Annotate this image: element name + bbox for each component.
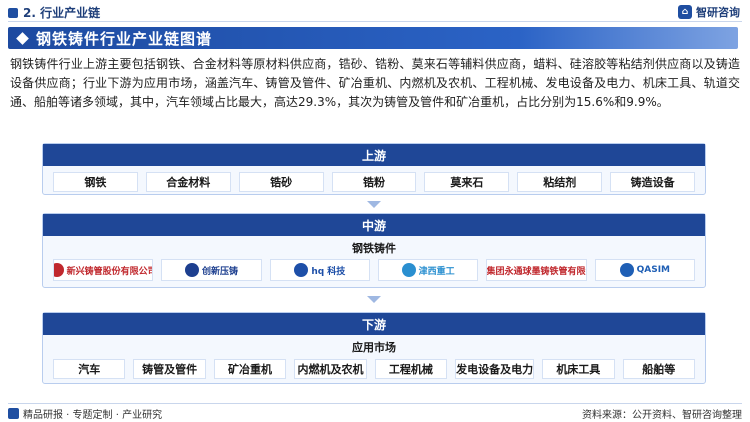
company-logo: 安钢集团永通球墨铸铁管有限责任公司 — [486, 259, 587, 281]
downstream-item: 汽车 — [53, 359, 126, 379]
zhiyan-logo-icon: ⌂ — [678, 5, 692, 19]
downstream-subtitle: 应用市场 — [352, 341, 396, 354]
section-title: 2. 行业产业链 — [8, 4, 100, 21]
downstream-block: 下游 应用市场 汽车 铸管及管件 矿冶重机 内燃机及农机 工程机械 发电设备及电力 机床工具… — [42, 312, 706, 384]
company-logo: 津西重工 — [377, 259, 479, 281]
arrow-down-icon — [367, 201, 381, 208]
company-name: 安钢集团永通球墨铸铁管有限责任公司 — [486, 266, 586, 277]
brand: ⌂ 智研咨询 — [678, 4, 740, 20]
description-paragraph: 钢铁铸件行业上游主要包括钢铁、合金材料等原材料供应商，锆砂、锆粉、莫来石等辅料供… — [10, 57, 740, 109]
downstream-item: 工程机械 — [374, 359, 448, 379]
upstream-item: 粘结剂 — [517, 172, 603, 192]
downstream-item: 铸管及管件 — [133, 359, 206, 379]
midstream-block: 中游 钢铁铸件 新兴铸管股份有限公司 创新压铸 hq 科技 津西重工 安钢集团永通球墨铸… — [42, 213, 706, 288]
company-name: QASIM — [636, 265, 670, 275]
upstream-item: 莫来石 — [424, 172, 510, 192]
company-logo: QASIM — [594, 259, 695, 281]
downstream-item: 发电设备及电力 — [455, 359, 535, 379]
company-name: 创新压铸 — [201, 266, 238, 277]
company-logo-icon — [401, 263, 416, 277]
downstream-item: 矿冶重机 — [213, 359, 287, 379]
downstream-items: 汽车 铸管及管件 矿冶重机 内燃机及农机 工程机械 发电设备及电力 机床工具 船舶等 — [43, 359, 705, 379]
company-name: 津西重工 — [418, 266, 455, 277]
footer-left: 精品研报 · 专题定制 · 产业研究 — [8, 406, 162, 421]
company-logo: 新兴铸管股份有限公司 — [53, 259, 154, 281]
footer-divider — [8, 403, 742, 404]
downstream-item: 机床工具 — [542, 359, 615, 379]
top-divider — [8, 21, 742, 22]
page-title: 钢铁铸件行业产业链图谱 — [36, 29, 213, 48]
company-logo-icon — [294, 263, 309, 277]
upstream-title: 上游 — [43, 144, 705, 166]
company-name: hq 科技 — [311, 266, 346, 277]
upstream-item: 锆粉 — [331, 172, 417, 192]
upstream-item: 合金材料 — [145, 172, 231, 192]
footer-tagline: 精品研报 · 专题定制 · 产业研究 — [23, 410, 163, 421]
company-logo-icon — [184, 263, 199, 277]
brand-name: 智研咨询 — [696, 6, 740, 19]
company-logo-icon — [619, 263, 634, 277]
arrow-down-icon — [367, 296, 381, 303]
diamond-icon — [16, 31, 29, 45]
upstream-item: 铸造设备 — [610, 172, 696, 192]
company-logo-icon — [54, 263, 64, 277]
company-logo: hq 科技 — [269, 259, 370, 281]
company-name: 新兴铸管股份有限公司 — [66, 266, 154, 277]
upstream-block: 上游 钢铁 合金材料 锆砂 锆粉 莫来石 粘结剂 铸造设备 — [42, 143, 706, 195]
midstream-subtitle: 钢铁铸件 — [352, 242, 396, 255]
company-logos: 新兴铸管股份有限公司 创新压铸 hq 科技 津西重工 安钢集团永通球墨铸铁管有限责任公司… — [43, 259, 705, 281]
company-logo: 创新压铸 — [161, 259, 262, 281]
upstream-items: 钢铁 合金材料 锆砂 锆粉 莫来石 粘结剂 铸造设备 — [43, 172, 705, 192]
footer: 精品研报 · 专题定制 · 产业研究 资料来源：公开资料、智研咨询整理 — [8, 403, 742, 421]
page-title-banner: 钢铁铸件行业产业链图谱 — [8, 27, 738, 49]
section-title-text: 2. 行业产业链 — [23, 6, 101, 20]
upstream-item: 钢铁 — [53, 172, 138, 192]
section-bullet-icon — [8, 7, 18, 18]
report-icon — [8, 408, 19, 419]
midstream-title: 中游 — [43, 214, 705, 236]
upstream-item: 锆砂 — [238, 172, 324, 192]
top-bar: 2. 行业产业链 ⌂ 智研咨询 — [0, 0, 750, 24]
downstream-item: 内燃机及农机 — [294, 359, 367, 379]
downstream-item: 船舶等 — [622, 359, 695, 379]
downstream-title: 下游 — [43, 313, 705, 335]
source-note: 资料来源：公开资料、智研咨询整理 — [582, 410, 742, 421]
